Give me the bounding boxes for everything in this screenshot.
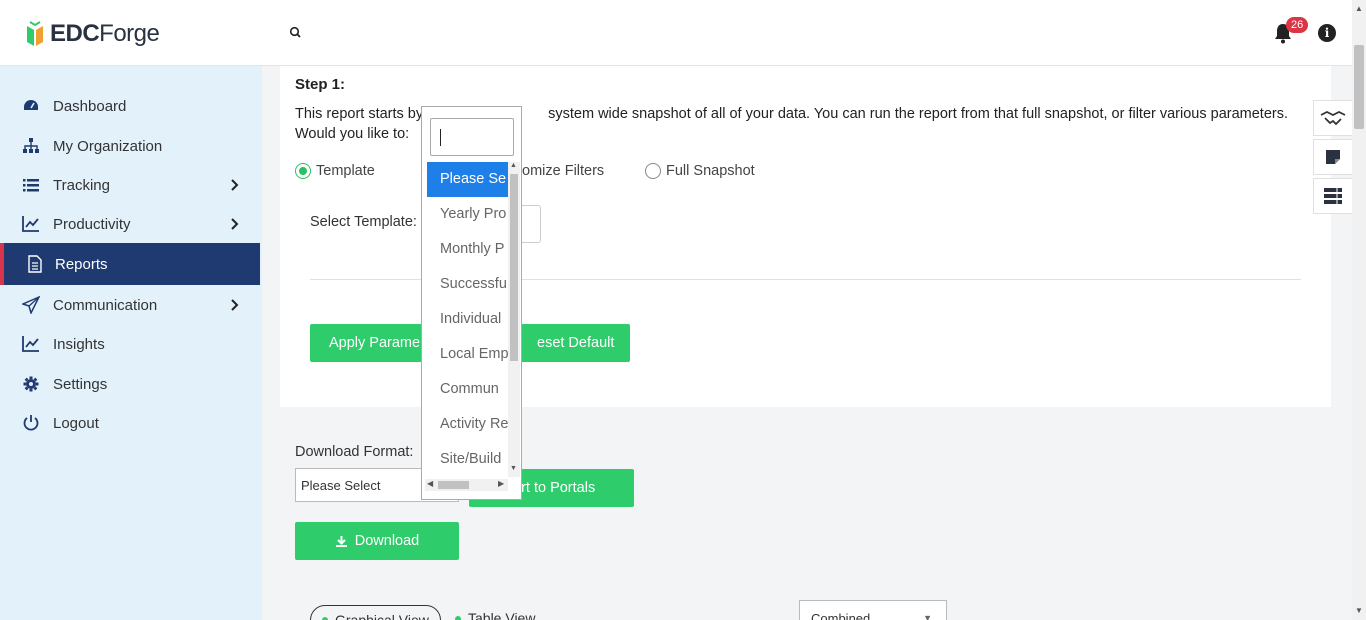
power-icon <box>23 415 39 431</box>
table-view-toggle[interactable]: Table View <box>455 610 535 620</box>
handshake-button[interactable] <box>1313 100 1353 136</box>
logo-icon <box>27 21 43 46</box>
dropdown-option[interactable]: Monthly P <box>427 232 508 267</box>
scroll-up-icon[interactable]: ▲ <box>1355 4 1363 13</box>
sidebar-item-reports[interactable]: Reports <box>0 243 260 285</box>
dropdown-hscroll-thumb[interactable] <box>438 481 469 489</box>
step-title: Step 1: <box>295 76 346 93</box>
line-chart-icon <box>22 216 39 232</box>
download-icon <box>335 535 347 547</box>
paper-plane-icon <box>22 296 40 314</box>
chevron-right-icon <box>231 179 239 191</box>
logo[interactable]: EDCForge <box>24 19 160 49</box>
sidebar-item-dashboard[interactable]: Dashboard <box>0 86 260 126</box>
dropdown-option[interactable]: Local Emp <box>427 337 508 372</box>
sidebar-item-productivity[interactable]: Productivity <box>0 204 260 244</box>
dropdown-horizontal-scrollbar[interactable]: ◀ ▶ <box>425 479 508 491</box>
notes-button[interactable] <box>1313 139 1353 175</box>
table-rows-icon <box>1324 188 1342 204</box>
sidebar-item-label: Logout <box>53 414 99 432</box>
scroll-left-icon[interactable]: ◀ <box>427 479 433 488</box>
text-caret <box>440 129 441 146</box>
line-chart-icon <box>22 336 39 352</box>
chevron-right-icon <box>231 299 239 311</box>
dropdown-option[interactable]: Yearly Pro <box>427 197 508 232</box>
scroll-up-icon[interactable]: ▲ <box>510 162 517 169</box>
sidebar-item-settings[interactable]: Settings <box>0 364 260 404</box>
scroll-down-icon[interactable]: ▼ <box>1355 606 1363 615</box>
sidebar-item-insights[interactable]: Insights <box>0 324 260 364</box>
notification-badge: 26 <box>1286 17 1309 33</box>
sidebar-item-label: Insights <box>53 335 105 353</box>
dropdown-search-input[interactable] <box>430 118 514 156</box>
sitemap-icon <box>23 138 39 153</box>
radio-template[interactable]: Template <box>295 163 375 179</box>
reset-default-button[interactable]: eset Default <box>537 335 614 351</box>
template-dropdown: Please Se Yearly Pro Monthly P Successfu… <box>421 106 522 500</box>
dropdown-option[interactable]: Successfu <box>427 267 508 302</box>
table-layout-button[interactable] <box>1313 178 1353 214</box>
dropdown-vertical-scrollbar[interactable]: ▲ ▼ <box>508 162 520 477</box>
dropdown-option[interactable]: Site/Build <box>427 442 508 477</box>
dropdown-option[interactable]: Please Se <box>427 162 508 197</box>
radio-full-snapshot[interactable]: Full Snapshot <box>645 163 755 179</box>
sidebar-item-label: Productivity <box>53 215 131 233</box>
gear-icon <box>23 376 39 392</box>
dropdown-options: Please Se Yearly Pro Monthly P Successfu… <box>427 162 508 477</box>
sidebar-item-label: Tracking <box>53 176 110 194</box>
list-icon <box>23 179 39 192</box>
scroll-down-icon[interactable]: ▼ <box>510 465 517 472</box>
radio-template-circle[interactable] <box>295 163 311 179</box>
download-format-label: Download Format: <box>295 444 414 460</box>
sidebar-item-logout[interactable]: Logout <box>0 403 260 443</box>
dropdown-option[interactable]: Individual <box>427 302 508 337</box>
info-icon[interactable]: i <box>1318 24 1336 42</box>
chevron-right-icon <box>231 218 239 230</box>
sidebar-item-label: Dashboard <box>53 97 127 115</box>
sidebar-item-tracking[interactable]: Tracking <box>0 165 260 205</box>
graphical-view-toggle[interactable]: Graphical View <box>310 605 441 620</box>
sticky-note-icon <box>1326 150 1340 164</box>
sidebar-item-label: Communication <box>53 296 158 314</box>
combined-select[interactable]: Combined ▼ <box>799 600 947 620</box>
sidebar-item-label: Settings <box>53 375 108 393</box>
search-icon[interactable] <box>289 26 303 40</box>
sidebar-item-label: Reports <box>55 255 108 273</box>
dropdown-option[interactable]: Activity Re <box>427 407 508 442</box>
sidebar-item-label: My Organization <box>53 137 163 155</box>
sidebar-item-my-organization[interactable]: My Organization <box>0 126 260 166</box>
top-header: EDCForge 26 i <box>0 0 1352 66</box>
scroll-right-icon[interactable]: ▶ <box>498 479 504 488</box>
page-scrollbar[interactable]: ▲ ▼ <box>1352 0 1366 620</box>
chevron-down-icon: ▼ <box>923 613 932 620</box>
sidebar-item-communication[interactable]: Communication <box>0 285 260 325</box>
handshake-icon <box>1320 110 1346 126</box>
document-icon <box>28 255 42 273</box>
logo-text: EDCForge <box>50 20 160 47</box>
page-scrollbar-thumb[interactable] <box>1354 45 1364 129</box>
download-button[interactable]: Download <box>295 522 459 560</box>
radio-customize-filters[interactable]: omize Filters <box>522 163 604 179</box>
dropdown-option[interactable]: Commun <box>427 372 508 407</box>
sidebar: Dashboard My Organization Tracking Produ… <box>0 66 262 620</box>
radio-full-snapshot-circle[interactable] <box>645 163 661 179</box>
dashboard-icon <box>24 100 38 110</box>
select-template-label: Select Template: <box>310 214 417 230</box>
dropdown-scrollbar-thumb[interactable] <box>510 174 518 361</box>
